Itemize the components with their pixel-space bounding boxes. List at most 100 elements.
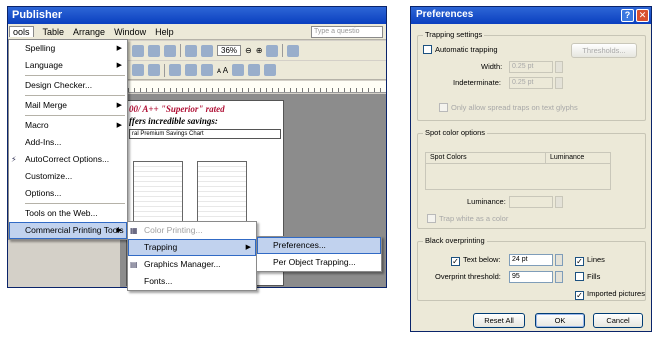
checkbox-box [427,214,436,223]
cancel-button[interactable]: Cancel [593,313,643,328]
menu-item-label: Design Checker... [25,80,93,90]
dialog-titlebar: Preferences ? ✕ [411,7,651,24]
menu-item-add-ins[interactable]: Add-Ins... [9,134,127,151]
checkbox-label: Lines [587,255,605,264]
toolbar-icon[interactable] [287,44,300,57]
indent-icon[interactable] [201,64,213,76]
menu-tools[interactable]: ools [9,26,34,37]
spot-colors-table[interactable]: Spot Colors Luminance [425,152,611,190]
font-color-icon[interactable] [248,64,261,76]
menu-item-graphics-manager[interactable]: ▤ Graphics Manager... [128,256,256,273]
menu-item-autocorrect[interactable]: ⚡ AutoCorrect Options... [9,151,127,168]
font-size-icon[interactable]: ᴀ A [217,66,228,75]
page-subheading: ffers incredible savings: [129,116,218,126]
fill-color-icon[interactable] [232,64,245,76]
menu-item-macro[interactable]: Macro ▶ [9,117,127,134]
submenu-arrow-icon: ▶ [116,102,122,109]
zoom-select[interactable]: 36% [217,45,242,56]
menu-item-label: Graphics Manager... [144,259,221,269]
help-button[interactable]: ? [621,9,634,22]
automatic-trapping-checkbox[interactable]: Automatic trapping [423,45,498,54]
menu-separator [25,203,125,204]
trapping-submenu: Preferences... Per Object Trapping... [256,236,382,272]
overprint-threshold-input[interactable]: 95 [509,271,553,283]
toolbar-icon[interactable] [148,44,160,57]
menu-item-commercial-printing[interactable]: Commercial Printing Tools ▶ [9,222,127,239]
luminance-spinner[interactable] [555,196,563,208]
table-header: Spot Colors Luminance [426,153,610,164]
lines-checkbox[interactable]: ✓ Lines [575,255,605,266]
thresholds-button[interactable]: Thresholds... [571,43,637,58]
numbering-icon[interactable] [169,64,181,76]
menu-item-label: AutoCorrect Options... [25,154,110,164]
width-spinner[interactable] [555,61,563,73]
column-header-spot-colors[interactable]: Spot Colors [426,153,546,163]
text-below-input[interactable]: 24 pt [509,254,553,266]
luminance-input[interactable] [509,196,553,208]
menu-item-per-object-trapping[interactable]: Per Object Trapping... [257,254,381,271]
menu-item-label: Options... [25,188,62,198]
indeterminate-input[interactable]: 0.25 pt [509,77,553,89]
zoom-out-icon[interactable]: ⊖ [245,46,252,55]
menu-item-mail-merge[interactable]: Mail Merge ▶ [9,97,127,114]
menu-item-label: Preferences... [273,240,326,250]
menu-item-preferences[interactable]: Preferences... [257,237,381,254]
menu-item-trapping[interactable]: Trapping ▶ [128,239,256,256]
group-label: Trapping settings [423,30,485,39]
checkbox-box [439,103,448,112]
menu-item-tools-on-web[interactable]: Tools on the Web... [9,205,127,222]
menu-item-customize[interactable]: Customize... [9,168,127,185]
menu-table[interactable]: Table [43,27,65,37]
menu-item-spelling[interactable]: Spelling ▶ [9,40,127,57]
standard-toolbar: 36% ⊖ ⊕ [128,41,386,60]
toolbar-icon[interactable] [132,44,144,57]
menu-item-label: Mail Merge [25,100,68,110]
align-center-icon[interactable] [148,64,160,76]
submenu-arrow-icon: ▶ [116,227,122,234]
zoom-in-icon[interactable]: ⊕ [256,46,263,55]
menu-item-fonts[interactable]: Fonts... [128,273,256,290]
overprint-threshold-spinner[interactable] [555,271,563,283]
checkbox-label: Only allow spread traps on text glyphs [451,103,578,112]
help-icon[interactable] [266,44,279,57]
close-button[interactable]: ✕ [636,9,649,22]
spread-traps-checkbox[interactable]: Only allow spread traps on text glyphs [439,103,578,112]
line-style-icon[interactable] [264,64,277,76]
menu-item-label: Language [25,60,63,70]
text-below-spinner[interactable] [555,254,563,266]
menu-item-language[interactable]: Language ▶ [9,57,127,74]
trap-white-checkbox[interactable]: Trap white as a color [427,214,508,223]
imported-pictures-checkbox[interactable]: ✓ Imported pictures [575,289,645,300]
ok-button[interactable]: OK [535,313,585,328]
column-header-luminance[interactable]: Luminance [546,153,584,163]
menu-window[interactable]: Window [114,27,146,37]
text-below-checkbox[interactable]: ✓ Text below: [451,255,501,266]
indeterminate-spinner[interactable] [555,77,563,89]
checkbox-label: Trap white as a color [439,214,509,223]
ask-question-input[interactable]: Type a questio [311,26,383,38]
menu-help[interactable]: Help [155,27,174,37]
autocorrect-icon: ⚡ [11,155,17,164]
toolbar-separator [180,44,181,57]
checkbox-box: ✓ [451,257,460,266]
width-input[interactable]: 0.25 pt [509,61,553,73]
menu-arrange[interactable]: Arrange [73,27,105,37]
fills-checkbox[interactable]: Fills [575,272,600,281]
align-left-icon[interactable] [132,64,144,76]
menu-item-label: Tools on the Web... [25,208,98,218]
bullets-icon[interactable] [185,64,197,76]
menu-item-design-checker[interactable]: Design Checker... [9,77,127,94]
page-heading: 00/ A++ "Superior" rated [129,104,225,114]
menu-item-options[interactable]: Options... [9,185,127,202]
submenu-arrow-icon: ▶ [116,45,122,52]
menu-item-label: Customize... [25,171,73,181]
width-label: Width: [481,62,503,71]
paragraph-mark-icon[interactable] [201,44,213,57]
checkbox-box [575,272,584,281]
group-label: Black overprinting [423,236,487,245]
reset-all-button[interactable]: Reset All [473,313,525,328]
menu-item-label: Trapping [144,242,178,252]
menu-item-label: Commercial Printing Tools [25,225,124,235]
toolbar-icon[interactable] [185,44,197,57]
toolbar-icon[interactable] [164,44,176,57]
